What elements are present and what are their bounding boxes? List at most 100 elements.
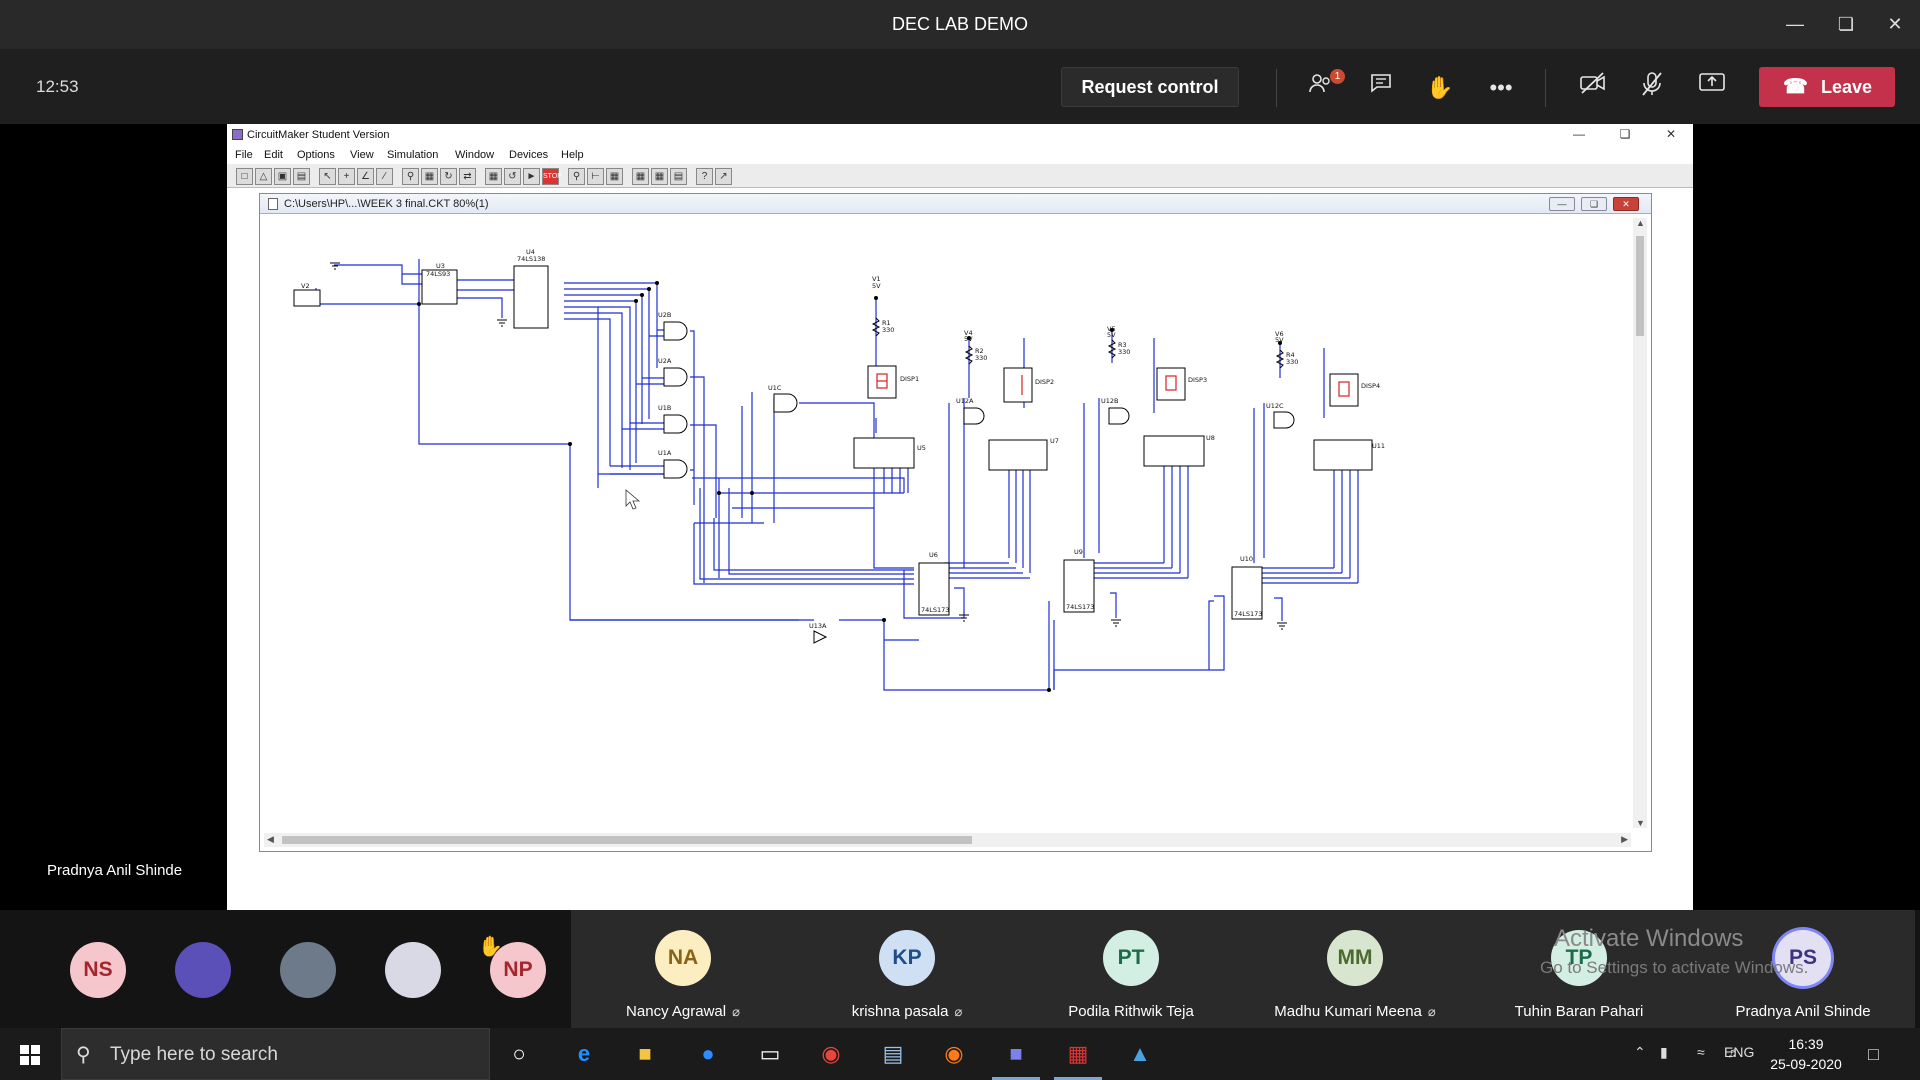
new-file-icon[interactable]: □ [236,168,253,185]
zoom-app-icon[interactable]: ● [690,1036,726,1072]
battery-icon[interactable]: ▮ [1660,1044,1668,1061]
menu-edit[interactable]: Edit [264,149,283,161]
cm-minimize-icon[interactable]: — [1571,127,1587,141]
context-help-icon[interactable]: ↗ [715,168,732,185]
vertical-scrollbar[interactable]: ▲ ▼ [1633,218,1647,828]
text-tool-icon[interactable]: ∕ [376,168,393,185]
label-u10: U10 [1240,555,1253,563]
menu-file[interactable]: File [235,149,253,161]
taskbar-clock[interactable]: 16:39 25-09-2020 [1766,1034,1846,1074]
firefox-icon[interactable]: ◉ [936,1036,972,1072]
cm-restore-icon[interactable]: ❏ [1617,127,1633,141]
open-file-icon[interactable]: △ [255,168,272,185]
participant-tile[interactable]: KP krishna pasala ⌀ [795,910,1019,1028]
circuitmaker-window: CircuitMaker Student Version — ❏ ✕ File … [227,124,1693,910]
scroll-up-icon[interactable]: ▲ [1636,218,1645,228]
menu-simulation[interactable]: Simulation [387,149,438,161]
doc-restore-icon[interactable]: ❏ [1581,197,1607,211]
participant-name: Madhu Kumari Meena ⌀ [1243,1003,1467,1020]
menu-options[interactable]: Options [297,149,335,161]
vertical-scroll-thumb[interactable] [1636,236,1644,336]
notifications-icon[interactable]: □ [1868,1044,1879,1065]
circuitmaker-title-bar: CircuitMaker Student Version — ❏ ✕ [227,124,1693,146]
edge-icon[interactable]: e [566,1036,602,1072]
chrome-icon[interactable]: ◉ [813,1036,849,1072]
rotate-icon[interactable]: ↻ [440,168,457,185]
show-hidden-icons-icon[interactable]: ⌃ [1634,1044,1646,1061]
taskbar-search-box[interactable]: ⚲ Type here to search [61,1028,490,1080]
teams-icon[interactable]: ■ [992,1036,1040,1080]
file-explorer-icon[interactable]: ■ [627,1036,663,1072]
participant-photo-avatar[interactable] [280,942,336,998]
close-icon[interactable]: ✕ [1880,10,1910,38]
minimize-icon[interactable]: — [1780,10,1810,38]
mouse-cursor-icon [625,489,641,510]
zoom-fit-icon[interactable]: ▦ [421,168,438,185]
language-indicator[interactable]: ENG [1724,1044,1754,1060]
horizontal-scroll-thumb[interactable] [282,836,972,844]
meeting-toolbar: 12:53 Request control ✋ ••• ☎ Leave [0,49,1920,124]
participant-photo-avatar[interactable] [385,942,441,998]
probe-icon[interactable]: ⚲ [568,168,585,185]
photos-icon[interactable]: ▲ [1122,1036,1158,1072]
restore-icon[interactable]: ❏ [1831,10,1861,38]
camera-off-icon[interactable] [1576,71,1610,105]
participant-avatar[interactable]: NS [70,942,126,998]
circuitmaker-taskbar-icon[interactable]: ▦ [1054,1036,1102,1080]
more-options-icon[interactable]: ••• [1484,71,1518,105]
participant-photo-avatar[interactable] [175,942,231,998]
participant-name-text: Tuhin Baran Pahari [1514,1003,1644,1020]
trace-icon[interactable]: ⊢ [587,168,604,185]
step-icon[interactable]: ► [523,168,540,185]
participant-tile[interactable]: PT Podila Rithwik Teja [1019,910,1243,1028]
parts-icon[interactable]: ▦ [651,168,668,185]
schematic-canvas[interactable]: V2 U3 74LS93 U4 74LS138 U2B U2A U1B U1A … [264,218,1631,828]
label-r3-value: 330 [1118,348,1130,356]
scroll-left-icon[interactable]: ◀ [267,834,274,845]
bus-tool-icon[interactable]: ∠ [357,168,374,185]
document-title: C:\Users\HP\...\WEEK 3 final.CKT 80%(1) [284,198,489,210]
menu-view[interactable]: View [350,149,374,161]
menu-window[interactable]: Window [455,149,494,161]
wire-tool-icon[interactable]: + [338,168,355,185]
reset-icon[interactable]: ↺ [504,168,521,185]
leave-label: Leave [1821,77,1873,97]
label-r2-value: 330 [975,354,987,362]
mirror-icon[interactable]: ⇄ [459,168,476,185]
participant-tile[interactable]: MM Madhu Kumari Meena ⌀ [1243,910,1467,1028]
help-icon[interactable]: ? [696,168,713,185]
network-icon[interactable]: ≈ [1697,1044,1705,1060]
scroll-right-icon[interactable]: ▶ [1621,834,1628,845]
chat-icon[interactable] [1364,71,1398,105]
arrow-tool-icon[interactable]: ↖ [319,168,336,185]
request-control-button[interactable]: Request control [1061,67,1239,107]
share-screen-icon[interactable] [1695,71,1729,105]
raised-hand-icon: ✋ [478,936,503,958]
terminal-icon[interactable]: ▭ [752,1036,788,1072]
waveform-icon[interactable]: ▦ [606,168,623,185]
participant-name: Podila Rithwik Teja [1019,1003,1243,1020]
windows-start-icon[interactable] [20,1045,40,1065]
menu-devices[interactable]: Devices [509,149,548,161]
menu-help[interactable]: Help [561,149,584,161]
participant-tile[interactable]: NA Nancy Agrawal ⌀ [571,910,795,1028]
horizontal-scrollbar[interactable]: ◀ ▶ [264,833,1631,847]
mic-off-icon[interactable] [1635,71,1669,105]
zoom-icon[interactable]: ⚲ [402,168,419,185]
raise-hand-icon[interactable]: ✋ [1423,71,1457,105]
window-title: DEC LAB DEMO [891,14,1029,34]
doc-minimize-icon[interactable]: — [1549,197,1575,211]
stop-icon[interactable]: STOP [542,168,562,185]
grid-icon[interactable]: ▦ [632,168,649,185]
leave-button[interactable]: ☎ Leave [1759,67,1895,107]
cm-close-icon[interactable]: ✕ [1663,127,1679,141]
desktop-app-icon[interactable]: ▤ [875,1036,911,1072]
participant-avatar: MM [1327,930,1383,986]
print-icon[interactable]: ▤ [293,168,310,185]
digital-mode-icon[interactable]: ▦ [485,168,502,185]
list-icon[interactable]: ▤ [670,168,687,185]
doc-close-icon[interactable]: ✕ [1613,197,1639,211]
scroll-down-icon[interactable]: ▼ [1636,818,1645,828]
task-view-icon[interactable]: ○ [501,1036,537,1072]
save-icon[interactable]: ▣ [274,168,291,185]
